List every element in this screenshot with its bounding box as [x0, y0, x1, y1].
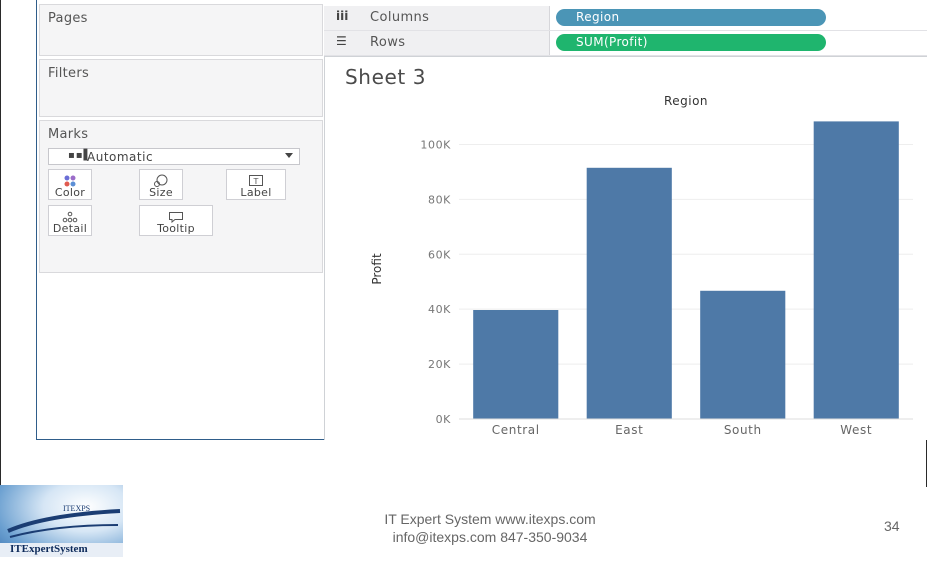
bar-chart: Region 0K 20K 40K 60K 80K 100K Profit Central Eas…	[370, 94, 913, 437]
bar-east	[586, 167, 672, 419]
view-area: Sheet 3 Region 0K 20K 40K 60K 80K 100K Profit Ce…	[324, 57, 927, 440]
columns-label: Columns	[370, 10, 430, 25]
marks-card: Marks ▪▪▌ Automatic Color Size T Label D…	[39, 120, 323, 273]
size-button[interactable]: Size	[139, 169, 183, 200]
y-tick-label: 60K	[428, 248, 451, 261]
marks-title: Marks	[48, 127, 89, 142]
logo-top-text: ITEXPS	[63, 504, 91, 513]
x-tick-label: East	[615, 423, 643, 437]
x-tick-label: Central	[492, 423, 540, 437]
columns-shelf[interactable]: iii Columns Region	[324, 6, 927, 31]
sum-profit-pill[interactable]: SUM(Profit)	[556, 34, 826, 51]
itexps-logo: ITEXPS ITExpertSystem	[0, 485, 123, 557]
detail-icon	[49, 208, 91, 223]
y-tick-label: 40K	[428, 303, 451, 316]
tooltip-icon	[140, 208, 212, 224]
y-tick-label: 20K	[428, 358, 451, 371]
rows-icon: ☰	[336, 34, 347, 48]
columns-shelf-label: iii Columns	[324, 6, 550, 30]
region-pill[interactable]: Region	[556, 9, 826, 26]
mark-type-dropdown[interactable]: ▪▪▌ Automatic	[48, 148, 300, 165]
size-label: Size	[149, 186, 173, 199]
tableau-screenshot: Pages Filters Marks ▪▪▌ Automatic Color	[36, 0, 927, 440]
bar-west	[813, 121, 899, 419]
mark-type-label: Automatic	[87, 150, 154, 164]
y-axis-label: Profit	[370, 253, 384, 285]
rows-shelf-label: ☰ Rows	[324, 31, 550, 55]
label-label: Label	[240, 186, 272, 199]
detail-button[interactable]: Detail	[48, 205, 92, 236]
chevron-down-icon[interactable]	[285, 153, 293, 158]
rows-label: Rows	[370, 35, 406, 50]
label-icon: T	[227, 172, 285, 186]
label-button[interactable]: T Label	[226, 169, 286, 200]
color-icon	[49, 172, 91, 187]
left-pane: Pages Filters Marks ▪▪▌ Automatic Color	[36, 0, 324, 440]
size-icon	[140, 172, 182, 187]
logo-bottom-text: ITExpertSystem	[10, 543, 88, 555]
pages-title: Pages	[48, 11, 88, 26]
color-label: Color	[54, 186, 86, 199]
x-tick-label: West	[840, 423, 872, 437]
color-button[interactable]: Color	[48, 169, 92, 200]
detail-label: Detail	[52, 222, 88, 235]
filters-title: Filters	[48, 66, 90, 81]
y-tick-label: 0K	[436, 413, 452, 426]
filters-card[interactable]: Filters	[39, 59, 323, 117]
columns-icon: iii	[336, 9, 349, 23]
shelves: iii Columns Region ☰ Rows SUM(Profit)	[324, 0, 927, 57]
y-tick-label: 100K	[420, 138, 451, 151]
page-number: 34	[884, 518, 900, 534]
footer-line-2: info@itexps.com 847-350-9034	[392, 529, 588, 545]
svg-text:T: T	[253, 177, 259, 186]
pages-card[interactable]: Pages	[39, 4, 323, 56]
y-tick-label: 80K	[428, 193, 451, 206]
bar-central	[473, 310, 559, 419]
bar-south	[700, 290, 786, 419]
x-tick-label: South	[724, 423, 762, 437]
chart-title: Region	[664, 94, 708, 108]
slide-left-border	[0, 0, 1, 487]
footer: IT Expert System www.itexps.com info@ite…	[330, 510, 650, 546]
rows-shelf[interactable]: ☰ Rows SUM(Profit)	[324, 31, 927, 56]
tooltip-button[interactable]: Tooltip	[139, 205, 213, 236]
tooltip-label: Tooltip	[157, 222, 195, 235]
footer-line-1: IT Expert System www.itexps.com	[384, 511, 596, 527]
